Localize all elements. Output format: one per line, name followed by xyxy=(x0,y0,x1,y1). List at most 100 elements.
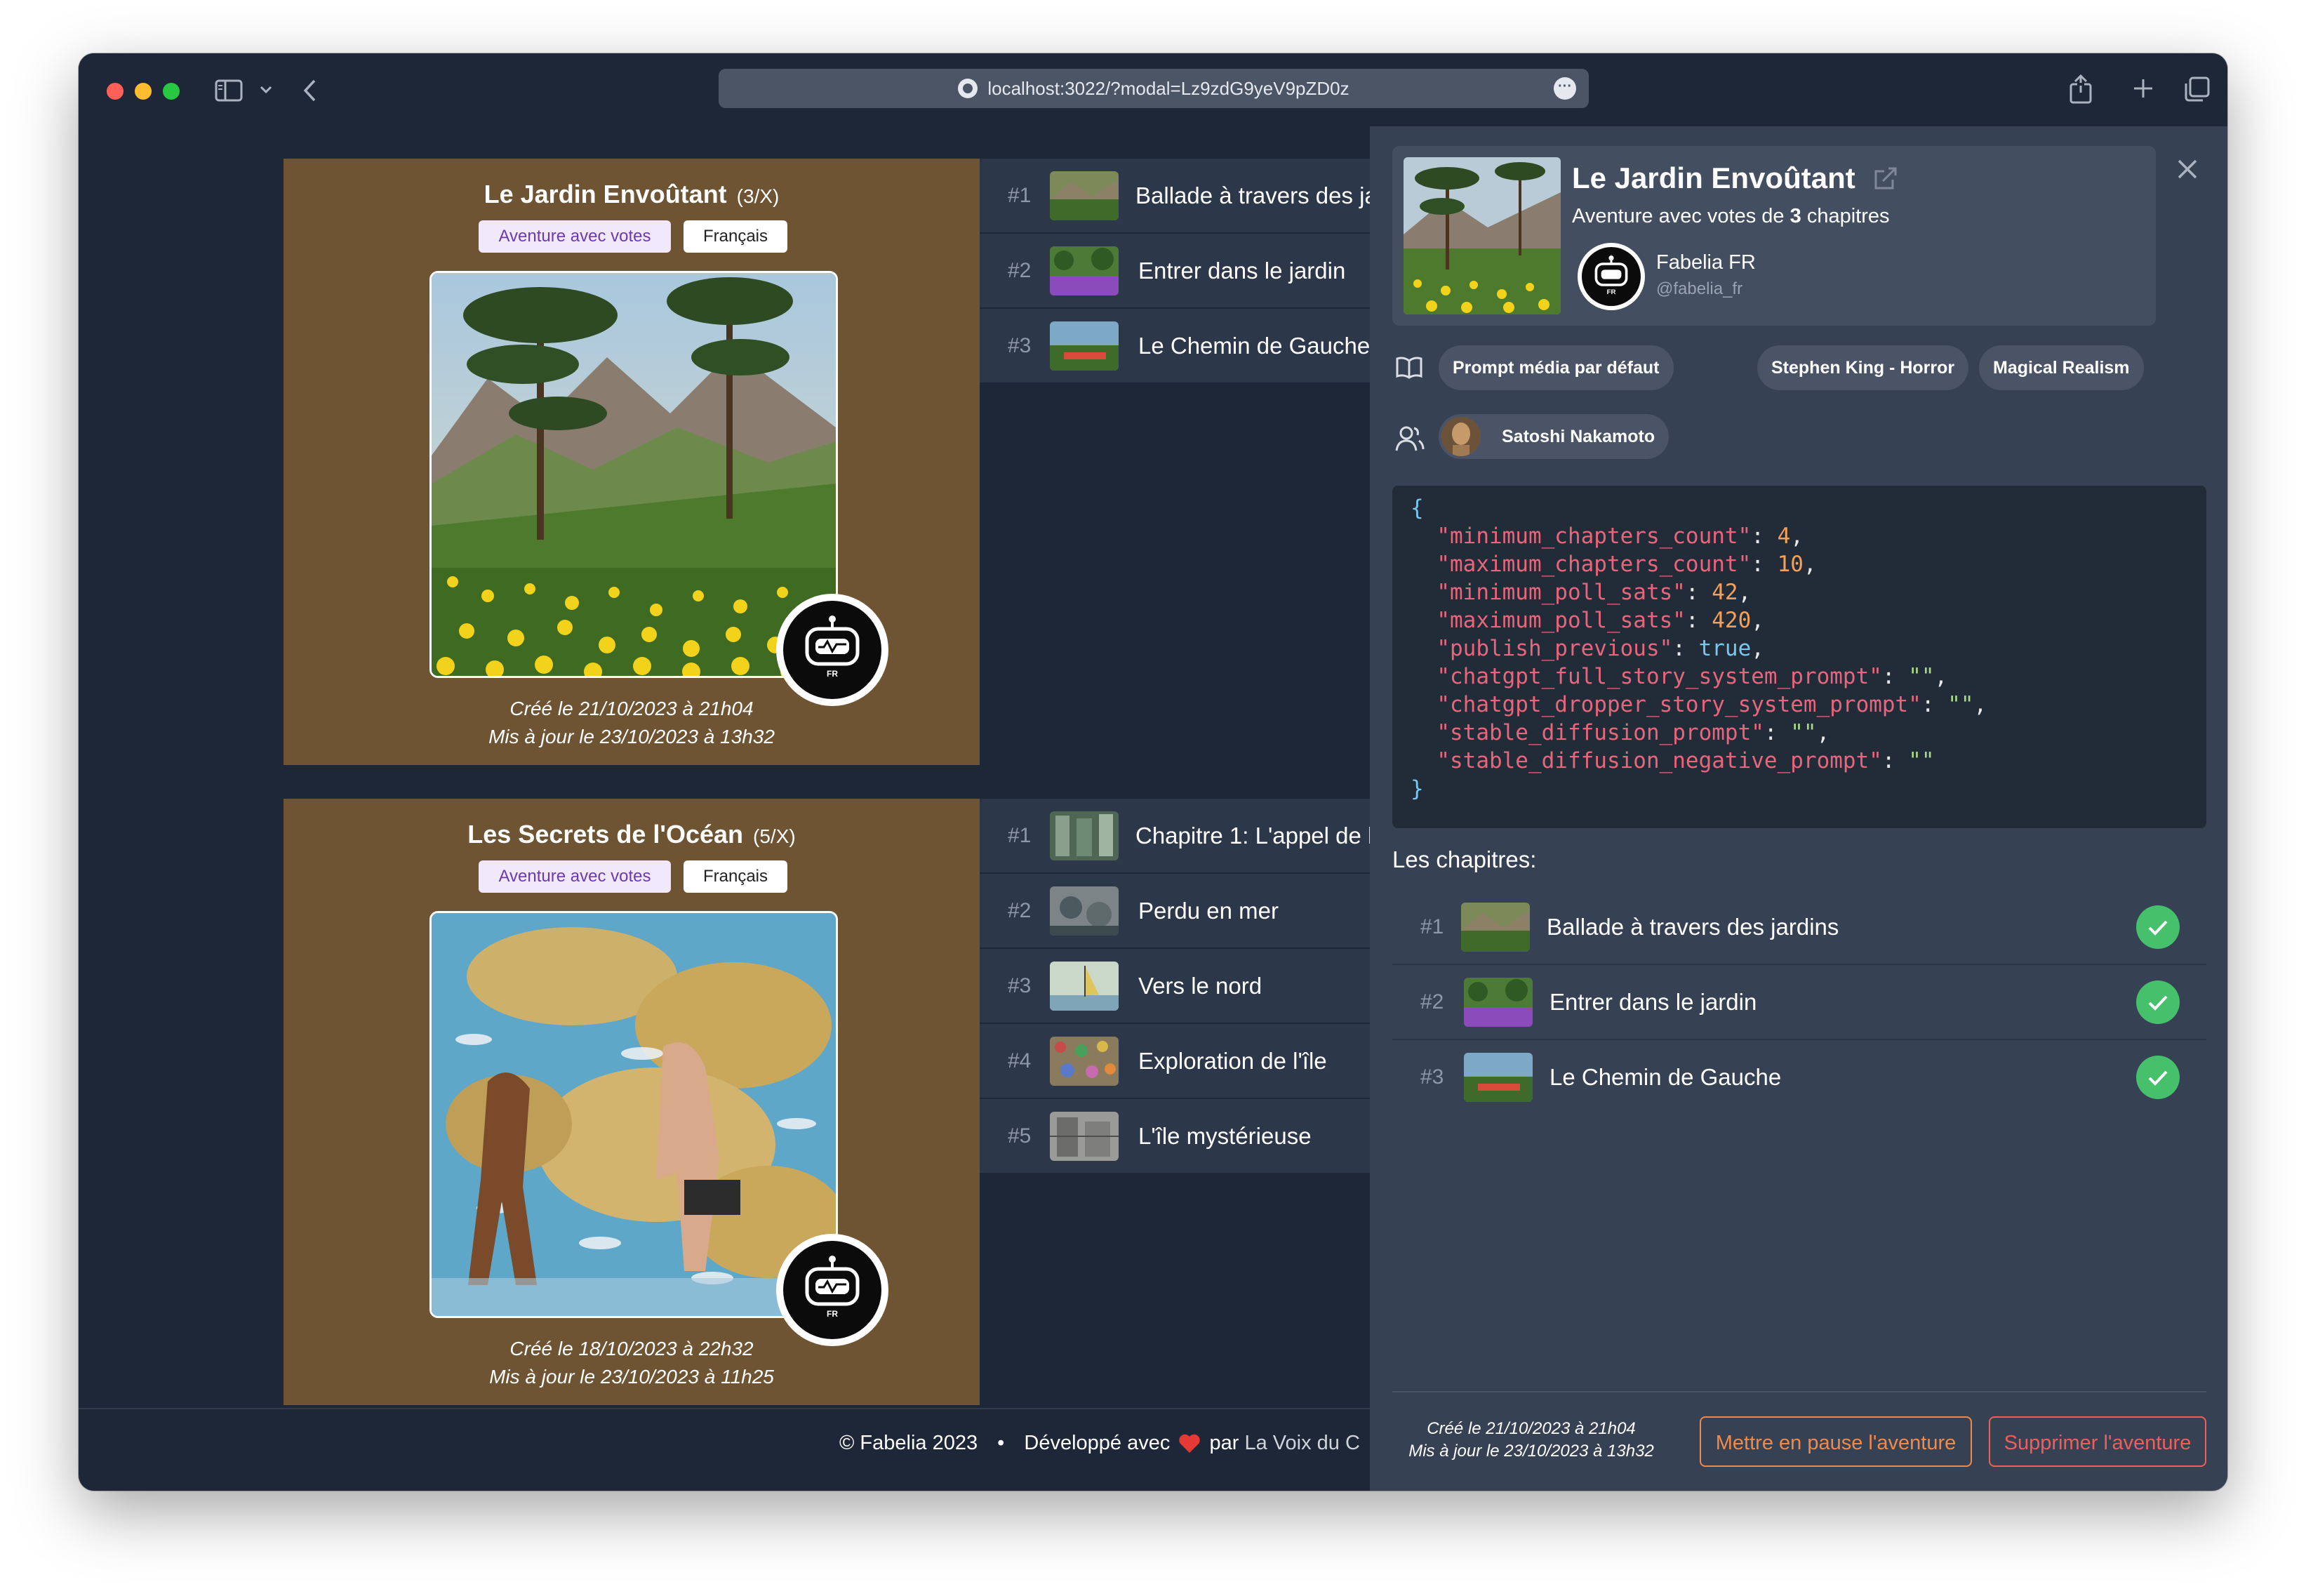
story-cover-image[interactable] xyxy=(429,271,838,678)
participant-chip[interactable]: Satoshi Nakamoto xyxy=(1439,414,1669,459)
story-count: (5/X) xyxy=(753,825,796,847)
story-title: Les Secrets de l'Océan xyxy=(467,820,744,849)
story-card[interactable]: Les Secrets de l'Océan (5/X) Aventure ave… xyxy=(284,799,980,1405)
sidebar-icon[interactable] xyxy=(215,79,243,102)
created-date: Créé le 21/10/2023 à 21h04 xyxy=(1427,1419,1636,1438)
address-bar[interactable]: localhost:3022/?modal=Lz9zdG9yeV9pZD0z ·… xyxy=(719,69,1589,108)
chapter-title: L'île mystérieuse xyxy=(1138,1123,1312,1149)
chapter-number: #3 xyxy=(1008,974,1032,997)
chapter-thumbnail xyxy=(1050,1112,1119,1161)
author-avatar[interactable]: FR xyxy=(776,1234,888,1346)
story-count: (3/X) xyxy=(736,185,780,207)
story-type-badge: Aventure avec votes xyxy=(479,220,671,253)
url-text: localhost:3022/?modal=Lz9zdG9yeV9pZD0z xyxy=(987,77,1349,99)
prompt-chip[interactable]: Prompt média par défaut xyxy=(1439,345,1674,390)
story-title-line: Les Secrets de l'Océan (5/X) xyxy=(284,820,980,849)
pause-story-button[interactable]: Mettre en pause l'aventure xyxy=(1700,1416,1972,1467)
story-cover-image[interactable] xyxy=(429,911,838,1318)
chapter-title: Le Chemin de Gauche xyxy=(1138,333,1371,359)
json-line: "chatgpt_dropper_story_system_prompt": "… xyxy=(1437,692,1987,717)
author-avatar[interactable]: FR xyxy=(1578,243,1645,310)
more-icon[interactable]: ··· xyxy=(1554,77,1576,100)
footer-link[interactable]: La Voix du C xyxy=(1244,1432,1359,1454)
author-name[interactable]: Fabelia FR xyxy=(1656,251,1756,274)
modal-footer: Créé le 21/10/2023 à 21h04 Mis à jour le … xyxy=(1392,1391,2206,1467)
delete-story-button[interactable]: Supprimer l'aventure xyxy=(1989,1416,2206,1467)
back-icon[interactable] xyxy=(302,79,317,102)
chapter-title: Entrer dans le jardin xyxy=(1549,989,1757,1015)
check-icon xyxy=(2148,995,2168,1011)
svg-text:FR: FR xyxy=(1607,288,1616,296)
json-line: "minimum_poll_sats": 42, xyxy=(1437,580,1752,605)
minimize-window-button[interactable] xyxy=(135,83,152,100)
updated-date: Mis à jour le 23/10/2023 à 13h32 xyxy=(488,726,775,747)
story-detail-modal: Le Jardin Envoûtant Aventure avec votes … xyxy=(1370,126,2227,1491)
zoom-window-button[interactable] xyxy=(163,83,180,100)
chevron-down-icon[interactable] xyxy=(260,86,272,94)
created-date: Créé le 18/10/2023 à 22h32 xyxy=(509,1338,754,1359)
heart-icon xyxy=(1179,1434,1201,1453)
chapter-row[interactable]: #2 Perdu en mer xyxy=(980,874,1373,949)
chapter-list: #1 Ballade à travers des jardins #2 Entr… xyxy=(980,159,1427,384)
close-window-button[interactable] xyxy=(107,83,124,100)
chapter-number: #1 xyxy=(1008,184,1032,207)
footer-separator: • xyxy=(997,1432,1005,1454)
author-handle: @fabelia_fr xyxy=(1656,279,1743,298)
chapter-row[interactable]: #4 Exploration de l'île xyxy=(980,1024,1373,1099)
chapter-number: #1 xyxy=(1420,915,1444,938)
robot-icon: FR xyxy=(805,616,860,679)
participant-name: Satoshi Nakamoto xyxy=(1502,427,1655,446)
share-icon[interactable] xyxy=(2069,74,2093,104)
chapter-row[interactable]: #1 Ballade à travers des jardins xyxy=(980,159,1427,234)
external-link-icon[interactable] xyxy=(1873,166,1898,191)
json-value: "" xyxy=(1908,748,1935,773)
chapter-number: #4 xyxy=(1008,1049,1032,1072)
footer-text: © Fabelia 2023 • Développé avec par La V… xyxy=(839,1409,1360,1477)
page-content: Le Jardin Envoûtant (3/X) Aventure avec v… xyxy=(79,126,2227,1491)
story-language-badge: Français xyxy=(684,860,787,893)
json-line: "stable_diffusion_negative_prompt": "" xyxy=(1437,748,1935,773)
json-value: "" xyxy=(1908,664,1935,689)
chapter-row[interactable]: #2 Entrer dans le jardin xyxy=(1392,965,2206,1040)
close-icon[interactable] xyxy=(2175,157,2199,181)
json-brace: } xyxy=(1411,776,1424,802)
modal-header: Le Jardin Envoûtant Aventure avec votes … xyxy=(1392,146,2156,326)
chapter-row[interactable]: #3 Le Chemin de Gauche xyxy=(980,309,1373,384)
prompt-chip[interactable]: Stephen King - Horror xyxy=(1757,345,1969,390)
modal-subtitle: Aventure avec votes de 3 chapitres xyxy=(1572,205,1889,228)
chapters-heading: Les chapitres: xyxy=(1392,846,1537,872)
author-avatar[interactable]: FR xyxy=(776,594,888,706)
footer-dev: Développé avec xyxy=(1024,1432,1171,1454)
chapter-row[interactable]: #5 L'île mystérieuse xyxy=(980,1099,1373,1174)
modal-chapter-count: 3 xyxy=(1790,205,1801,227)
tabs-icon[interactable] xyxy=(2184,76,2211,102)
json-value: 420 xyxy=(1712,608,1752,633)
modal-subtitle-prefix: Aventure avec votes de xyxy=(1572,205,1785,227)
json-value: "" xyxy=(1790,720,1817,745)
chapter-row[interactable]: #1 Chapitre 1: L'appel de l'océan xyxy=(980,799,1441,874)
plus-icon[interactable] xyxy=(2132,77,2154,100)
footer-copyright: © Fabelia 2023 xyxy=(839,1432,978,1454)
book-icon xyxy=(1396,357,1422,379)
story-card[interactable]: Le Jardin Envoûtant (3/X) Aventure avec v… xyxy=(284,159,980,765)
chapter-title: Le Chemin de Gauche xyxy=(1549,1064,1782,1090)
check-icon xyxy=(2148,920,2168,936)
chapter-row[interactable]: #3 Le Chemin de Gauche xyxy=(1392,1040,2206,1114)
chapter-status xyxy=(2136,1056,2180,1099)
chapter-row[interactable]: #2 Entrer dans le jardin xyxy=(980,234,1373,309)
chapter-row[interactable]: #3 Vers le nord xyxy=(980,949,1373,1024)
prompt-chip[interactable]: Magical Realism xyxy=(1979,345,2144,390)
modal-title-line: Le Jardin Envoûtant xyxy=(1572,161,1898,195)
story-dates: Créé le 18/10/2023 à 22h32 Mis à jour le … xyxy=(284,1335,980,1391)
chapter-thumbnail xyxy=(1050,886,1119,936)
chapter-status xyxy=(2136,905,2180,949)
participant-avatar xyxy=(1441,417,1481,456)
chapter-row[interactable]: #1 Ballade à travers des jardins xyxy=(1392,890,2206,965)
json-line: "publish_previous": true, xyxy=(1437,636,1764,661)
chapter-list: #1 Chapitre 1: L'appel de l'océan #2 Per… xyxy=(980,799,1441,1174)
json-value: 42 xyxy=(1712,580,1738,605)
chapter-title: Exploration de l'île xyxy=(1138,1048,1327,1074)
config-json-block: { "minimum_chapters_count": 4, "maximum_… xyxy=(1392,486,2206,828)
modal-chapter-list: #1 Ballade à travers des jardins #2 Entr… xyxy=(1392,890,2206,1114)
chapter-thumbnail xyxy=(1050,811,1119,860)
